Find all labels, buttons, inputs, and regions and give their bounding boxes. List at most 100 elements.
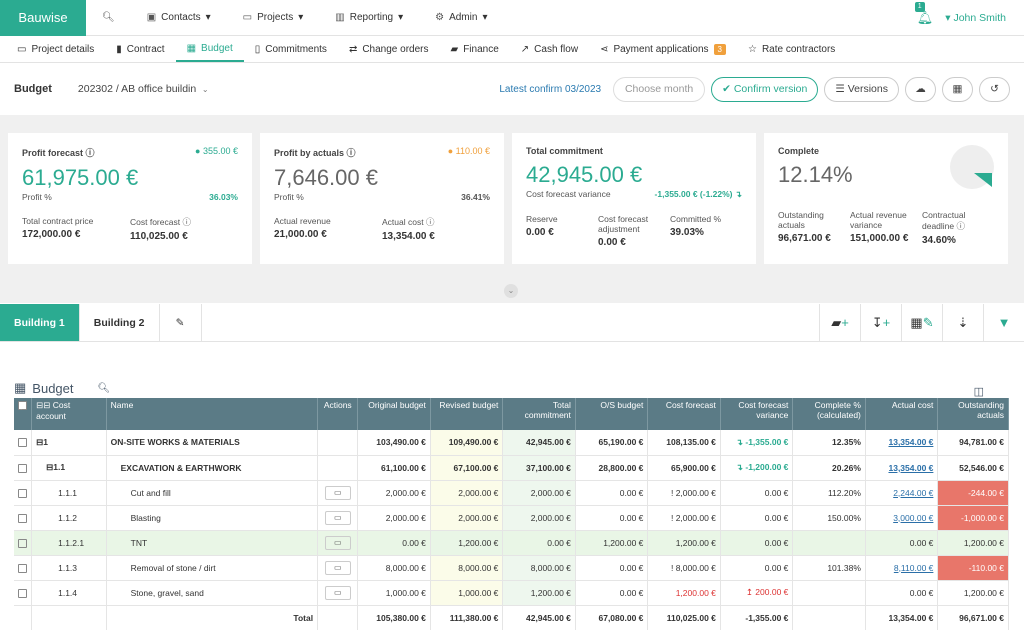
row-checkbox[interactable] — [18, 563, 27, 573]
project-tabs: ▭ Project details ▮ Contract ▦ Budget ▯ Comm… — [0, 36, 1024, 63]
row-checkbox[interactable] — [18, 588, 27, 598]
filter-icon: ▼ — [997, 315, 1011, 330]
notification-badge: 1 — [914, 1, 925, 12]
card-value: 42,945.00 € — [526, 162, 643, 187]
table-icon: ▦ — [186, 42, 197, 54]
tab-budget[interactable]: ▦ Budget — [175, 36, 244, 62]
check-icon: ✔ — [722, 83, 731, 95]
folder-open-icon[interactable]: ▭ — [324, 510, 351, 525]
table-row[interactable]: 1.1.3 Removal of stone / dirt ▭ 8,000.00… — [14, 555, 1009, 581]
select-all-checkbox[interactable]: ✓ — [14, 398, 33, 430]
building-tabs: Building 1 Building 2 ✎ ▰+ ↧+ ▦✎ ⇣ ▼ — [0, 304, 1024, 342]
row-checkbox[interactable] — [18, 438, 27, 448]
columns-icon[interactable]: ◫ — [974, 385, 984, 398]
card-badge: ● 110.00 € — [447, 146, 490, 156]
confirm-version-button[interactable]: ✔ Confirm version — [711, 76, 819, 102]
brand-logo[interactable]: Bauwise — [0, 0, 86, 36]
monitor-icon: ▭ — [17, 43, 27, 55]
user-menu[interactable]: ▾ John Smith — [945, 12, 1006, 24]
tab-building-2[interactable]: Building 2 — [80, 304, 160, 341]
latest-confirm-link[interactable]: Latest confirm 03/2023 — [499, 84, 601, 95]
budget-label: Budget — [14, 83, 52, 95]
add-item-button[interactable]: ↧+ — [860, 304, 901, 341]
chevron-down-icon: ▾ — [205, 12, 211, 23]
filter-button[interactable]: ▼ — [983, 304, 1024, 341]
grid-icon: ▦ — [14, 380, 27, 395]
export-table-button[interactable]: ▦ — [942, 76, 973, 102]
card-value: 61,975.00 € — [22, 165, 139, 190]
card-profit-actuals: Profit by actuals ⓘ ● 110.00 € 7,646.00 … — [260, 133, 504, 264]
table-row[interactable]: 1.1.1 Cut and fill ▭ 2,000.00 € 2,000.00… — [14, 480, 1009, 506]
sort-icon: ⇣ — [957, 314, 969, 330]
folder-open-icon[interactable]: ▭ — [324, 535, 351, 550]
edit-icon[interactable]: ✎ — [160, 304, 202, 341]
tab-finance[interactable]: ▰ Finance — [439, 36, 509, 62]
contacts-icon: ▣ — [146, 12, 157, 23]
count-badge: 3 — [713, 43, 726, 55]
tab-change-orders[interactable]: ⇄ Change orders — [338, 36, 440, 62]
top-bar: Bauwise 🔍︎ ▣ Contacts ▾ ▭ Projects ▾ ▥ Report… — [0, 0, 1024, 36]
project-select[interactable]: 202302 / AB office building — [78, 83, 196, 95]
tab-cash-flow[interactable]: ↗ Cash flow — [510, 36, 589, 62]
row-checkbox[interactable] — [18, 538, 27, 548]
tab-commitments[interactable]: ▯ Commitments — [244, 36, 338, 62]
chevron-down-icon: ▾ — [482, 12, 488, 23]
history-icon: ↺ — [990, 83, 999, 95]
table-row[interactable]: ⊟1 ON-SITE WORKS & MATERIALS 103,490.00 … — [14, 430, 1009, 456]
folder-open-icon[interactable]: ▭ — [324, 585, 351, 600]
list-icon: ☰ — [835, 83, 845, 95]
card-total-commitment: Total commitment 42,945.00 € Cost foreca… — [512, 133, 756, 264]
table-row[interactable]: 1.1.4 Stone, gravel, sand ▭ 1,000.00 € 1… — [14, 580, 1009, 606]
tab-payment-applications[interactable]: ⋖ Payment applications 3 — [589, 36, 737, 62]
table-row[interactable]: ⊟1.1 EXCAVATION & EARTHWORK 61,100.00 € … — [14, 455, 1009, 481]
summary-panel: Profit forecast ⓘ ● 355.00 € 61,975.00 €… — [0, 115, 1024, 303]
row-checkbox[interactable] — [18, 513, 27, 523]
table-row[interactable]: 1.1.2 Blasting ▭ 2,000.00 € 2,000.00 € 2… — [14, 505, 1009, 531]
gear-icon: ⚙ — [435, 12, 445, 23]
collapse-all-icon[interactable]: ⊟⊟ — [36, 400, 50, 410]
tab-contract[interactable]: ▮ Contract — [105, 36, 175, 62]
tab-rate-contractors[interactable]: ☆ Rate contractors — [737, 36, 846, 62]
nav-reporting[interactable]: ▥ Reporting ▾ — [319, 12, 419, 23]
budget-header: Budget 202302 / AB office building ⌄ Lat… — [0, 63, 1024, 115]
tab-project-details[interactable]: ▭ Project details — [6, 36, 105, 62]
history-button[interactable]: ↺ — [979, 76, 1010, 102]
chart-icon: ▥ — [335, 12, 345, 23]
add-folder-button[interactable]: ▰+ — [819, 304, 860, 341]
nav-projects[interactable]: ▭ Projects ▾ — [227, 12, 320, 23]
chevron-down-icon: ▾ — [398, 12, 404, 23]
star-icon: ☆ — [747, 43, 757, 55]
versions-button[interactable]: ☰ Versions — [824, 76, 899, 102]
search-icon[interactable]: 🔍︎ — [98, 383, 111, 394]
cloud-icon: ☁ — [915, 83, 926, 95]
card-complete: Complete 12.14% Outstanding actuals 96,67… — [764, 133, 1008, 264]
folder-open-icon[interactable]: ▭ — [324, 485, 351, 500]
table-row[interactable]: 1.1.2.1 TNT ▭ 0.00 € 1,200.00 € 0.00 € 1… — [14, 530, 1009, 556]
grid-title: ▦ Budget 🔍︎ — [14, 380, 111, 396]
tab-building-1[interactable]: Building 1 — [0, 304, 80, 341]
complete-pie-chart — [950, 145, 994, 189]
budget-table: ✓ ⊟⊟ Cost account Name Actions Original … — [14, 398, 1009, 630]
exchange-icon: ⇄ — [348, 43, 358, 55]
nav-admin[interactable]: ⚙ Admin ▾ — [419, 12, 503, 23]
book-icon: ▰ — [450, 43, 459, 55]
cloud-download-button[interactable]: ☁ — [905, 76, 936, 102]
nav-contacts[interactable]: ▣ Contacts ▾ — [131, 12, 227, 23]
file-icon: ▯ — [254, 43, 261, 55]
table-icon: ▦ — [952, 83, 963, 95]
bell-icon[interactable]: 🔔︎ 1 — [914, 1, 933, 26]
collapse-summary-button[interactable]: ⌄ — [504, 284, 518, 298]
search-button[interactable]: 🔍︎ — [86, 12, 131, 23]
row-checkbox[interactable] — [18, 488, 27, 498]
sort-button[interactable]: ⇣ — [942, 304, 983, 341]
info-icon: ⓘ — [425, 217, 435, 227]
row-checkbox[interactable] — [18, 463, 27, 473]
chevron-down-icon[interactable]: ⌄ — [202, 85, 209, 94]
card-profit-forecast: Profit forecast ⓘ ● 355.00 € 61,975.00 €… — [8, 133, 252, 264]
folder-open-icon[interactable]: ▭ — [324, 560, 351, 575]
month-picker[interactable]: Choose month — [613, 76, 706, 102]
edit-table-button[interactable]: ▦✎ — [901, 304, 942, 341]
chevron-down-icon: ▾ — [298, 12, 304, 23]
folder-plus-icon: ▰+ — [831, 314, 849, 330]
user-area: 🔔︎ 1 ▾ John Smith — [914, 1, 1024, 26]
